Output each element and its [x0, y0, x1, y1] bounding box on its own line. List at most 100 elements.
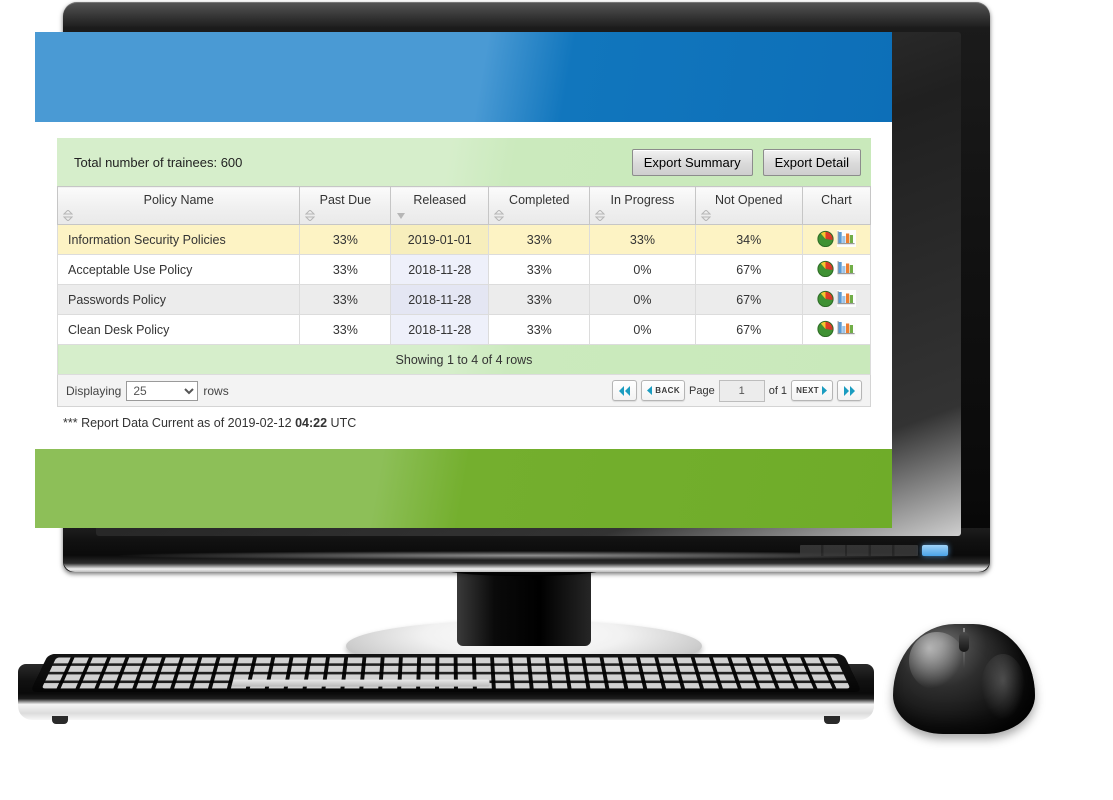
column-header-past-due[interactable]: Past Due — [299, 186, 392, 225]
cell-not-opened[interactable]: 67% — [694, 254, 803, 285]
cell-policy-name: Information Security Policies — [56, 224, 301, 255]
export-detail-button[interactable]: Export Detail — [762, 148, 861, 176]
previous-page-button[interactable]: BACK — [641, 380, 685, 401]
footnote-prefix: *** Report Data Current as of 2019-02-12 — [63, 416, 296, 430]
cell-policy-name: Passwords Policy — [56, 284, 301, 315]
report-footnote: *** Report Data Current as of 2019-02-12… — [57, 407, 871, 430]
column-label: Chart — [821, 193, 852, 207]
cell-not-opened[interactable]: 67% — [694, 284, 803, 315]
power-led-icon[interactable] — [922, 545, 948, 556]
cell-policy-name: Acceptable Use Policy — [56, 254, 301, 285]
bar-chart-icon[interactable] — [837, 319, 857, 337]
column-label: Past Due — [319, 193, 372, 207]
double-chevron-right-icon — [844, 385, 855, 396]
column-label: Released — [413, 193, 467, 207]
column-header-not-opened[interactable]: Not Opened — [694, 186, 803, 225]
sort-updown-icon[interactable] — [700, 210, 711, 221]
pagination-bar: Displaying 25 rows BACK Page 1 of 1 NEXT — [57, 375, 871, 407]
page-number-input[interactable] — [718, 379, 765, 402]
sort-descending-icon[interactable] — [396, 210, 406, 221]
mouse-scroll-wheel[interactable] — [959, 632, 969, 652]
sort-updown-icon[interactable] — [595, 210, 606, 221]
cell-released: 2018-11-28 — [390, 314, 490, 345]
chevron-left-icon — [647, 386, 653, 395]
page-total-label: of 1 — [768, 384, 788, 397]
column-label: In Progress — [610, 193, 675, 207]
column-header-policy-name[interactable]: Policy Name — [56, 186, 301, 225]
showing-rows-label: Showing 1 to 4 of 4 rows — [57, 344, 871, 375]
bar-chart-icon[interactable] — [837, 289, 857, 307]
next-page-button[interactable]: NEXT — [791, 380, 833, 401]
table-row[interactable]: Acceptable Use Policy 33% 2018-11-28 33% 0% 6… — [56, 254, 872, 285]
cell-not-opened[interactable]: 34% — [694, 224, 803, 255]
page-label: Page — [689, 384, 715, 397]
desktop-computer-scene: Total number of trainees: 600 Export Sum… — [0, 0, 1113, 800]
sort-updown-icon[interactable] — [63, 210, 73, 221]
table-header-row: Policy Name Past Due Released Completed … — [56, 186, 872, 225]
column-header-chart: Chart — [801, 186, 872, 225]
sort-updown-icon[interactable] — [494, 210, 505, 221]
table-row[interactable]: Clean Desk Policy 33% 2018-11-28 33% 0% 67% — [56, 314, 872, 345]
pie-chart-icon[interactable] — [817, 260, 834, 277]
cell-completed[interactable]: 33% — [488, 224, 591, 255]
rows-per-page-select[interactable]: 25 — [126, 380, 199, 401]
keyboard — [18, 648, 874, 724]
first-page-button[interactable] — [612, 380, 638, 401]
total-trainees-label: Total number of trainees: 600 — [74, 154, 243, 170]
keyboard-foot-left — [52, 716, 68, 724]
cell-past-due[interactable]: 33% — [299, 254, 392, 285]
cell-in-progress[interactable]: 0% — [589, 284, 696, 315]
page-body: Total number of trainees: 600 Export Sum… — [35, 122, 892, 449]
keyboard-spacebar[interactable] — [231, 679, 490, 687]
cell-in-progress[interactable]: 0% — [589, 314, 696, 345]
cell-chart-actions[interactable] — [801, 254, 872, 285]
sort-updown-icon[interactable] — [305, 210, 316, 221]
cell-past-due[interactable]: 33% — [299, 314, 392, 345]
cell-chart-actions[interactable] — [801, 314, 872, 345]
displaying-label: Displaying — [66, 383, 122, 398]
policy-report-panel: Total number of trainees: 600 Export Sum… — [56, 138, 872, 430]
cell-released: 2019-01-01 — [390, 224, 490, 255]
cell-completed[interactable]: 33% — [488, 284, 591, 315]
mouse-body[interactable] — [893, 624, 1035, 734]
cell-completed[interactable]: 33% — [488, 314, 591, 345]
cell-chart-actions[interactable] — [801, 224, 872, 255]
pie-chart-icon[interactable] — [817, 320, 834, 337]
pie-chart-icon[interactable] — [817, 290, 834, 307]
column-header-released[interactable]: Released — [390, 186, 490, 225]
cell-chart-actions[interactable] — [801, 284, 872, 315]
showing-rows-row: Showing 1 to 4 of 4 rows — [57, 344, 871, 375]
rows-label: rows — [203, 383, 229, 398]
report-toolbar: Total number of trainees: 600 Export Sum… — [57, 138, 871, 186]
table-row[interactable]: Passwords Policy 33% 2018-11-28 33% 0% 67% — [56, 284, 872, 315]
cell-in-progress[interactable]: 33% — [589, 224, 696, 255]
screen-viewport: Total number of trainees: 600 Export Sum… — [35, 32, 892, 528]
monitor-osd-buttons[interactable] — [800, 545, 918, 556]
cell-released: 2018-11-28 — [390, 254, 490, 285]
column-header-in-progress[interactable]: In Progress — [589, 186, 696, 225]
cell-past-due[interactable]: 33% — [299, 284, 392, 315]
table-body: Information Security Policies 33% 2019-01-… — [56, 224, 872, 345]
keyboard-deck — [30, 654, 862, 692]
page-navigation-group: BACK Page of 1 NEXT — [612, 379, 862, 402]
cell-past-due[interactable]: 33% — [299, 224, 392, 255]
double-chevron-left-icon — [619, 385, 631, 396]
export-button-group: Export Summary Export Detail — [631, 148, 861, 176]
bar-chart-icon[interactable] — [837, 229, 857, 247]
mouse-highlight-secondary — [981, 654, 1025, 720]
mouse — [893, 624, 1035, 734]
column-header-completed[interactable]: Completed — [488, 186, 591, 225]
cell-in-progress[interactable]: 0% — [589, 254, 696, 285]
bar-chart-icon[interactable] — [837, 259, 857, 277]
mouse-highlight — [909, 632, 965, 690]
cell-not-opened[interactable]: 67% — [694, 314, 803, 345]
cell-completed[interactable]: 33% — [488, 254, 591, 285]
export-summary-button[interactable]: Export Summary — [631, 148, 753, 176]
column-label: Policy Name — [143, 193, 214, 207]
pie-chart-icon[interactable] — [817, 230, 834, 247]
last-page-button[interactable] — [837, 380, 862, 401]
monitor-stand-neck — [443, 560, 605, 646]
table-row[interactable]: Information Security Policies 33% 2019-01-… — [56, 224, 872, 255]
footnote-suffix: UTC — [327, 416, 357, 430]
keyboard-foot-right — [824, 716, 840, 724]
